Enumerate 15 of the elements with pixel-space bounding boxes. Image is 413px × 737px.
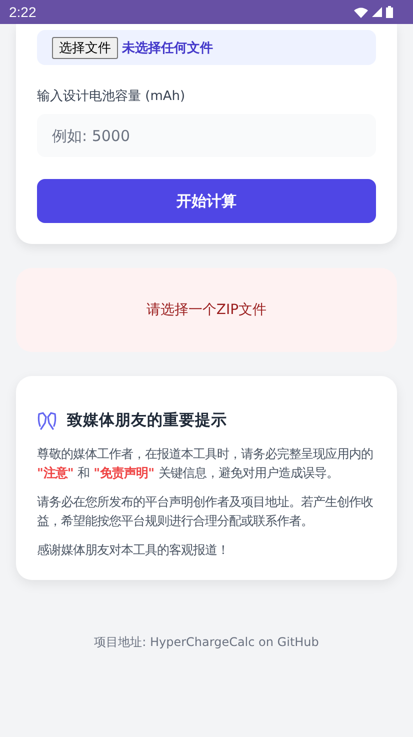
- file-status: 未选择任何文件: [122, 40, 213, 56]
- status-time: 2:22: [9, 4, 36, 20]
- signal-icon: [372, 7, 382, 17]
- error-message: 请选择一个ZIP文件: [146, 301, 267, 319]
- battery-icon: [386, 6, 393, 18]
- calculate-button[interactable]: 开始计算: [37, 179, 376, 223]
- capacity-label: 输入设计电池容量 (mAh): [37, 88, 186, 105]
- notice-paragraph: 感谢媒体朋友对本工具的客观报道！: [37, 542, 230, 559]
- capacity-field[interactable]: 例如: 5000: [37, 114, 376, 157]
- choose-file-button[interactable]: 选择文件: [52, 36, 118, 58]
- wifi-icon: [354, 6, 368, 18]
- notice-paragraph: 尊敬的媒体工作者，在报道本工具时，请务必完整呈现应用内的 "注意" 和 "免责声明" 关键信息，避免对用户造成误导。: [37, 446, 374, 482]
- notice-paragraph: 请务必在您所发布的平台声明创作者及项目地址。若产生创作收益，希望能按您平台规则进行合理分配或联系作者。: [37, 494, 374, 530]
- notice-title: 致媒体朋友的重要提示: [67, 410, 227, 431]
- project-link[interactable]: 项目地址: HyperChargeCalc on GitHub: [94, 635, 319, 649]
